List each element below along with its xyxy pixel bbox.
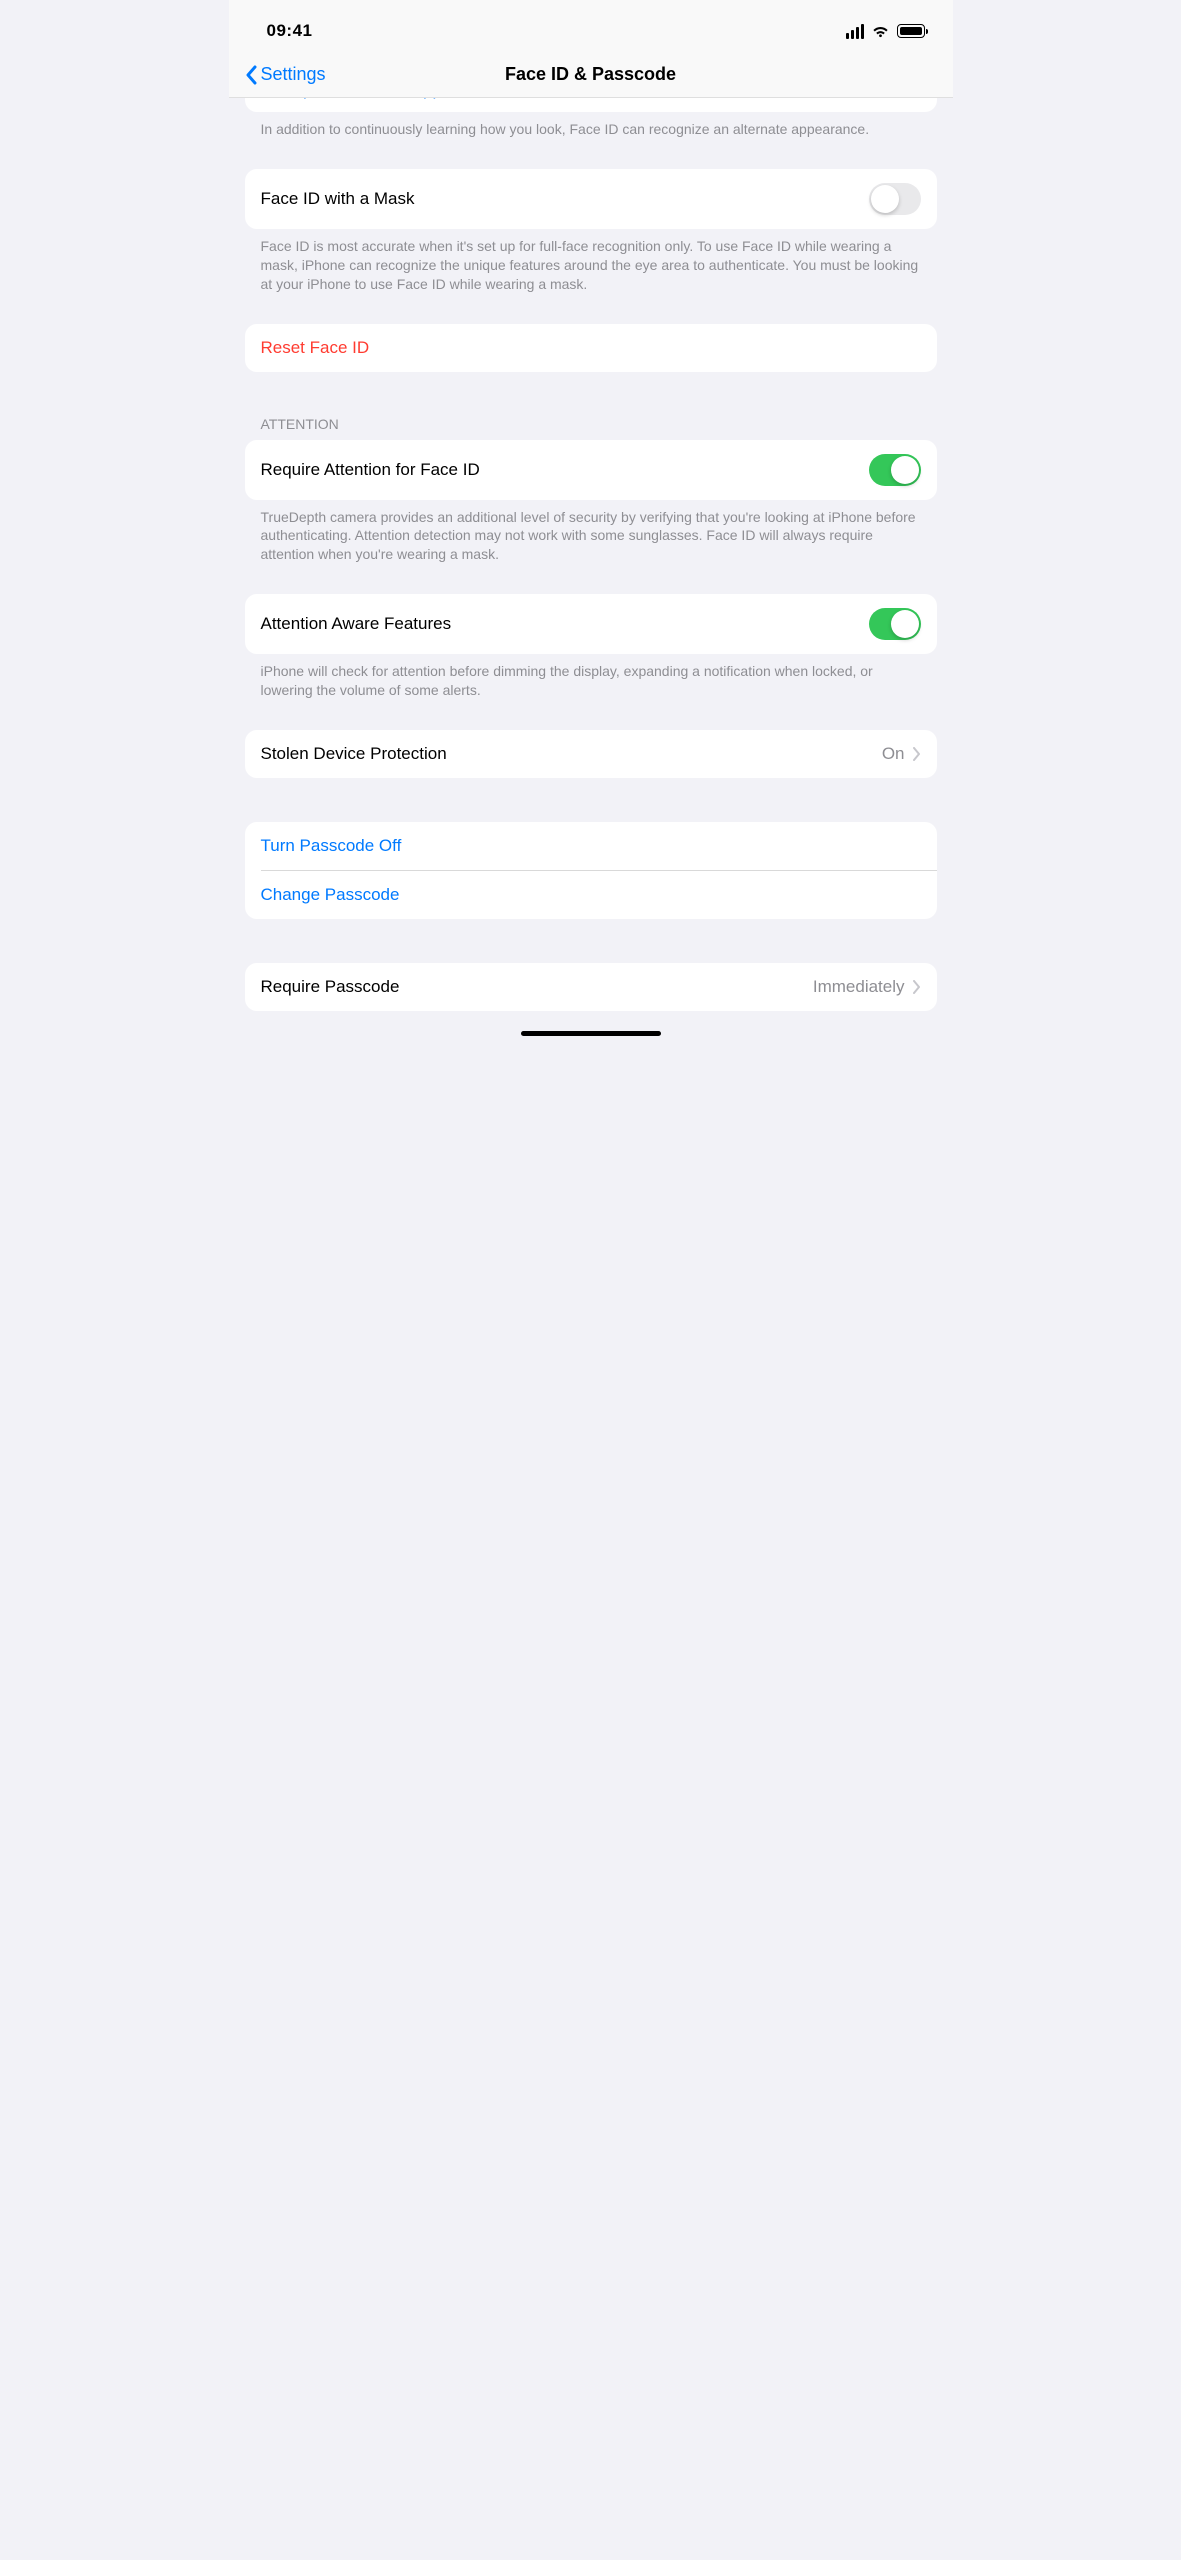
wifi-icon [871,24,890,38]
require-attention-group: Require Attention for Face ID [245,440,937,500]
attention-aware-label: Attention Aware Features [261,614,452,634]
attention-aware-footer: iPhone will check for attention before d… [229,654,953,700]
change-passcode-label: Change Passcode [261,885,400,905]
attention-header: Attention [229,416,953,440]
face-id-mask-label: Face ID with a Mask [261,189,415,209]
stolen-device-label: Stolen Device Protection [261,744,447,764]
back-label: Settings [261,64,326,85]
reset-group: Reset Face ID [245,324,937,372]
nav-bar: Settings Face ID & Passcode [229,54,953,98]
turn-passcode-off-button[interactable]: Turn Passcode Off [245,822,937,870]
page-title: Face ID & Passcode [505,64,676,85]
back-button[interactable]: Settings [245,64,326,85]
signal-icon [846,24,864,39]
battery-icon [897,24,925,38]
stolen-group: Stolen Device Protection On [245,730,937,778]
home-indicator[interactable] [521,1031,661,1036]
mask-group: Face ID with a Mask [245,169,937,229]
chevron-right-icon [913,980,921,994]
setup-alternate-appearance-button[interactable]: Set Up an Alternate Appearance [245,98,937,104]
change-passcode-button[interactable]: Change Passcode [261,870,937,919]
require-attention-footer: TrueDepth camera provides an additional … [229,500,953,565]
chevron-back-icon [245,65,257,85]
reset-face-id-button[interactable]: Reset Face ID [245,324,937,372]
content: Set Up an Alternate Appearance In additi… [229,98,953,1084]
require-passcode-value: Immediately [813,977,905,997]
attention-aware-row[interactable]: Attention Aware Features [245,594,937,654]
stolen-device-row[interactable]: Stolen Device Protection On [245,730,937,778]
require-passcode-group: Require Passcode Immediately [245,963,937,1011]
passcode-actions-group: Turn Passcode Off Change Passcode [245,822,937,919]
reset-face-id-label: Reset Face ID [261,338,370,358]
require-passcode-label: Require Passcode [261,977,400,997]
status-time: 09:41 [267,21,313,41]
alternate-appearance-group: Set Up an Alternate Appearance [245,98,937,112]
face-id-mask-row[interactable]: Face ID with a Mask [245,169,937,229]
require-attention-toggle[interactable] [869,454,921,486]
mask-footer: Face ID is most accurate when it's set u… [229,229,953,294]
attention-aware-toggle[interactable] [869,608,921,640]
face-id-mask-toggle[interactable] [869,183,921,215]
alternate-footer: In addition to continuously learning how… [229,112,953,139]
attention-aware-group: Attention Aware Features [245,594,937,654]
stolen-device-value: On [882,744,905,764]
status-icons [846,24,925,39]
require-attention-label: Require Attention for Face ID [261,460,480,480]
chevron-right-icon [913,747,921,761]
turn-passcode-off-label: Turn Passcode Off [261,836,402,856]
status-bar: 09:41 [229,0,953,54]
require-passcode-row[interactable]: Require Passcode Immediately [245,963,937,1011]
require-attention-row[interactable]: Require Attention for Face ID [245,440,937,500]
